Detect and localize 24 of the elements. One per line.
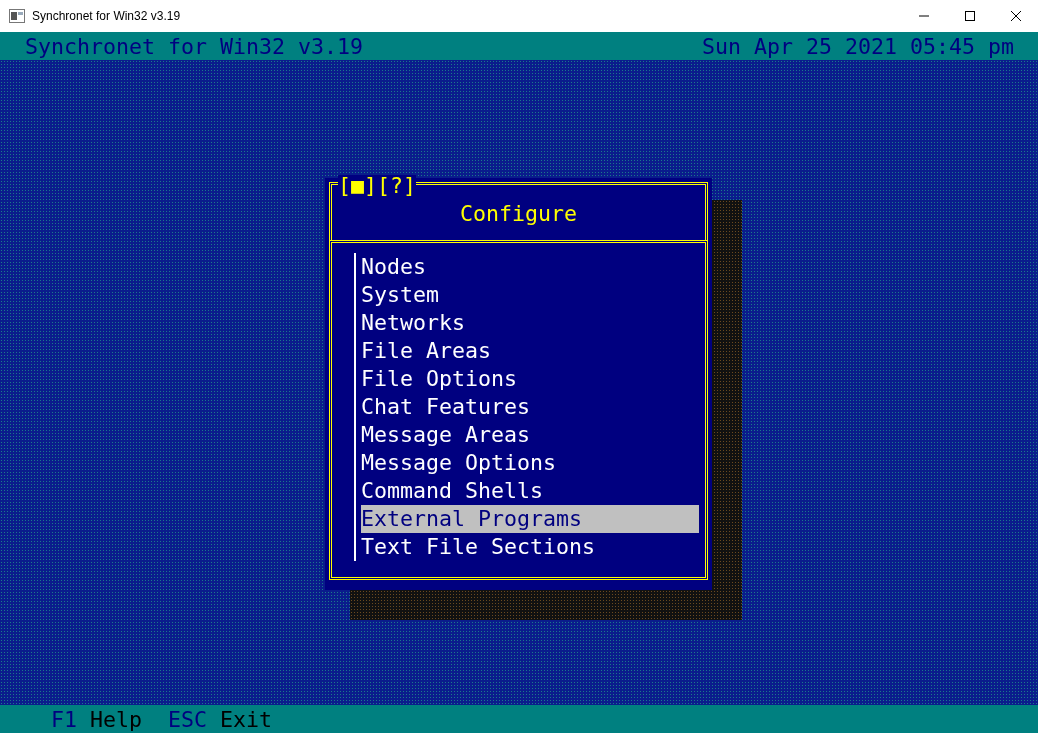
menu-item[interactable]: Message Options [361,449,699,477]
menu-item[interactable]: System [361,281,699,309]
app-icon [9,9,25,23]
menu-item[interactable]: Chat Features [361,393,699,421]
shortcut-key: F1 [51,706,77,732]
window-title: Synchronet for Win32 v3.19 [32,9,182,23]
menu-item[interactable]: File Areas [361,337,699,365]
close-icon[interactable] [1011,11,1021,21]
date-time: Sun Apr 25 2021 05:45 pm [702,33,1014,59]
app-title: Synchronet for Win32 v3.19 [25,33,363,59]
shortcut-label: Exit [220,706,273,732]
menu-item[interactable]: External Programs [361,505,699,533]
shortcut-label: Help [90,706,143,732]
menu-item[interactable]: Text File Sections [361,533,699,561]
menu-item[interactable]: Command Shells [361,477,699,505]
menu-item[interactable]: Networks [361,309,699,337]
dialog-title: Configure [460,201,577,226]
menu-item[interactable]: File Options [361,365,699,393]
maximize-icon[interactable] [965,11,975,21]
dialog-control[interactable]: [?] [377,175,417,197]
dialog-control[interactable]: [■] [338,175,377,197]
shortcut-key: ESC [168,706,208,732]
menu-item[interactable]: Nodes [361,253,699,281]
menu-item[interactable]: Message Areas [361,421,699,449]
